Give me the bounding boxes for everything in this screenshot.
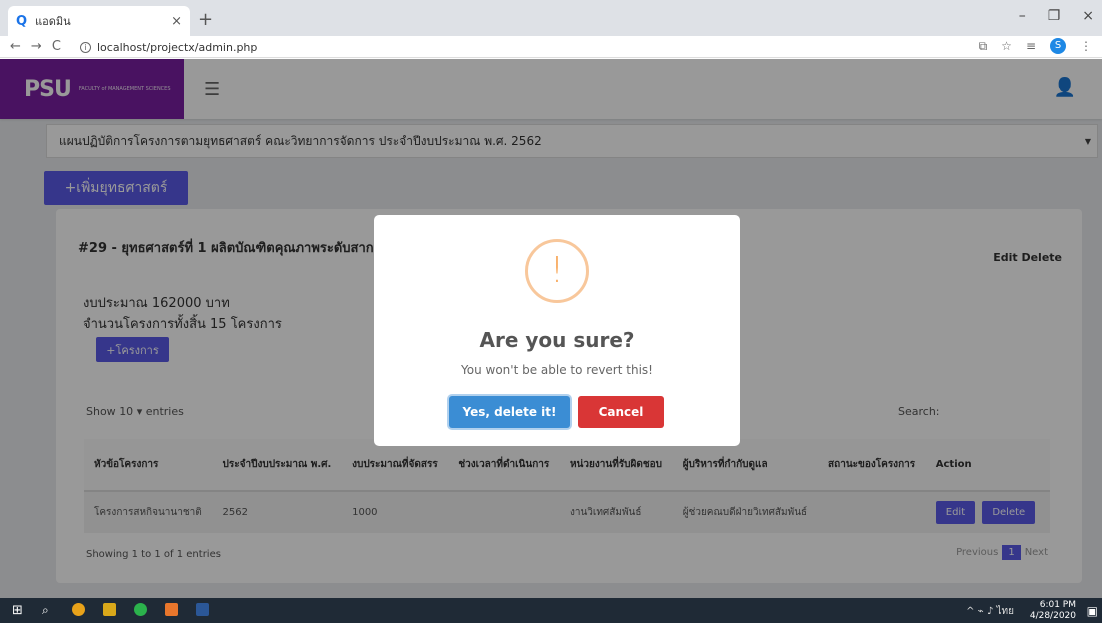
browser-toolbar: ← → C i localhost/projectx/admin.php ⧉ ☆… [0, 36, 1102, 58]
profile-avatar[interactable]: S [1050, 38, 1066, 54]
new-tab-button[interactable]: + [198, 9, 213, 30]
browser-tabstrip: Q แอดมิน × + – ❐ × [0, 0, 1102, 36]
playlist-icon[interactable]: ≡ [1026, 39, 1036, 53]
clock-date: 4/28/2020 [1029, 611, 1076, 621]
browser-tab[interactable]: Q แอดมิน × [8, 6, 190, 36]
search-icon[interactable]: ⌕ [42, 603, 49, 618]
close-tab-icon[interactable]: × [171, 14, 182, 29]
reload-icon[interactable]: C [52, 39, 61, 54]
xampp-icon[interactable] [165, 603, 178, 616]
taskbar-apps [72, 603, 209, 616]
chevron-up-icon[interactable]: ^ [966, 606, 974, 617]
language-indicator[interactable]: ไทย [997, 606, 1014, 617]
file-explorer-icon[interactable] [103, 603, 116, 616]
close-window-icon[interactable]: × [1082, 8, 1094, 24]
warning-icon: ! [525, 239, 589, 303]
forward-icon[interactable]: → [31, 39, 42, 54]
translate-icon[interactable]: ⧉ [979, 39, 988, 54]
clock[interactable]: 6:01 PM 4/28/2020 [1030, 600, 1076, 622]
network-icon[interactable]: ⌁ [978, 606, 984, 617]
windows-start-icon[interactable]: ⊞ [12, 603, 23, 618]
notification-icon[interactable]: ▣ [1087, 604, 1098, 618]
line-icon[interactable] [134, 603, 147, 616]
word-icon[interactable] [196, 603, 209, 616]
taskbar: ⊞ ⌕ ^ ⌁ ♪ ไทย 6:01 PM 4/28/2020 ▣ [0, 598, 1102, 623]
clock-time: 6:01 PM [1039, 600, 1076, 610]
toolbar-right: ⧉ ☆ ≡ S ⋮ [979, 38, 1092, 54]
chrome-icon[interactable] [72, 603, 85, 616]
cancel-button[interactable]: Cancel [578, 396, 664, 428]
confirm-modal: ! Are you sure? You won't be able to rev… [374, 215, 740, 446]
url-text: localhost/projectx/admin.php [97, 40, 258, 54]
menu-icon[interactable]: ⋮ [1080, 39, 1092, 53]
modal-title: Are you sure? [479, 328, 635, 352]
modal-text: You won't be able to revert this! [461, 363, 653, 377]
volume-icon[interactable]: ♪ [987, 606, 993, 617]
restore-icon[interactable]: ❐ [1048, 8, 1061, 24]
back-icon[interactable]: ← [10, 39, 21, 54]
address-bar[interactable]: i localhost/projectx/admin.php [80, 36, 257, 58]
minimize-icon[interactable]: – [1019, 8, 1026, 24]
star-icon[interactable]: ☆ [1001, 39, 1012, 53]
confirm-delete-button[interactable]: Yes, delete it! [449, 396, 570, 428]
search-icon: Q [16, 13, 28, 29]
window-controls: – ❐ × [1019, 8, 1094, 24]
info-icon[interactable]: i [80, 41, 91, 53]
tab-title: แอดมิน [35, 15, 71, 28]
